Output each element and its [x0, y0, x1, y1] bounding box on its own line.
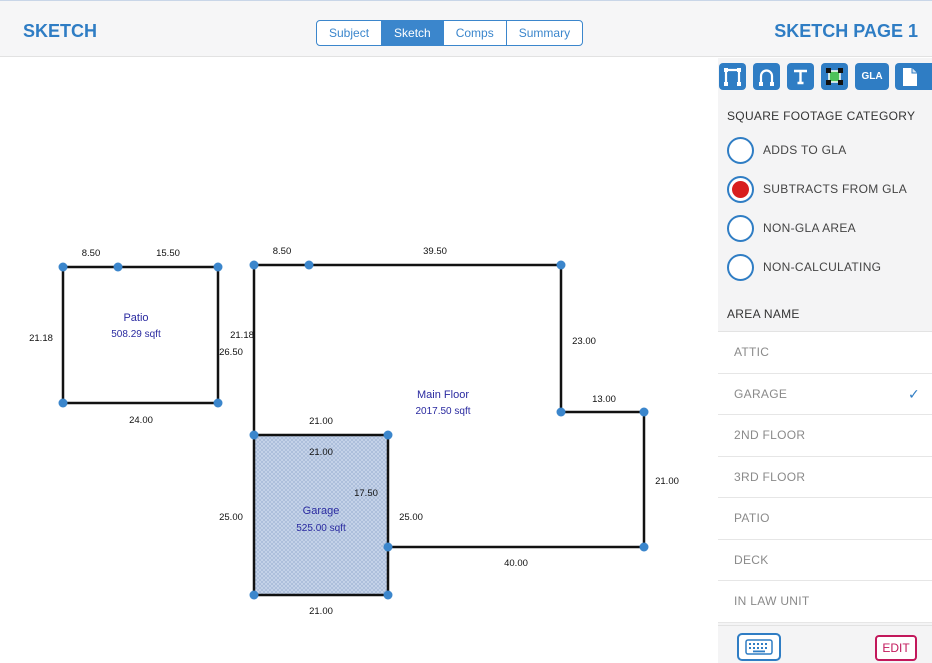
dim-garage-right: 17.50 — [354, 488, 378, 499]
main-floor-sqft-label: 2017.50 sqft — [415, 406, 470, 417]
dim-garage-left: 25.00 — [219, 512, 243, 523]
panel-bottom-bar: EDIT — [718, 625, 932, 663]
category-label: NON-CALCULATING — [763, 260, 882, 274]
garage-sqft-label: 525.00 sqft — [296, 523, 346, 534]
vertex-handle — [249, 260, 259, 270]
tab-sketch[interactable]: Sketch — [382, 21, 444, 45]
dim-main-left: 26.50 — [219, 347, 243, 358]
properties-panel: GLA SQUARE FOOTAGE CATEGORY ADDS TO GLA … — [718, 58, 932, 663]
text-tool-icon[interactable] — [787, 63, 814, 90]
vertex-handle — [304, 260, 314, 270]
dim-main-right-lower: 21.00 — [655, 476, 679, 487]
tab-subject[interactable]: Subject — [317, 21, 383, 45]
dim-main-garage-side: 25.00 — [399, 512, 423, 523]
dim-patio-bottom: 24.00 — [129, 415, 153, 426]
category-label: SUBTRACTS FROM GLA — [763, 182, 908, 196]
radio-selected-dot — [732, 180, 749, 198]
vertex-handle — [383, 590, 393, 600]
vertex-handle — [556, 260, 566, 270]
vertex-handle — [556, 407, 566, 417]
dim-main-over-garage: 21.00 — [309, 416, 333, 427]
checkmark-icon: ✓ — [907, 385, 920, 402]
radio-button[interactable] — [727, 214, 754, 242]
area-item-patio[interactable]: PATIO — [718, 498, 932, 540]
keyboard-icon — [745, 639, 773, 655]
dim-main-top-left: 8.50 — [273, 246, 292, 257]
app-title: SKETCH — [23, 21, 98, 41]
page-icon[interactable] — [895, 63, 932, 90]
area-name-list: AREA NAME ATTIC GARAGE ✓ 2ND FLOOR 3RD FL… — [718, 296, 932, 623]
arc-tool-icon[interactable] — [753, 63, 780, 90]
area-item-2nd-floor[interactable]: 2ND FLOOR — [718, 415, 932, 457]
area-item-label: 2ND FLOOR — [734, 428, 806, 442]
gla-tool-button[interactable]: GLA — [855, 63, 889, 90]
area-tool-icon[interactable] — [821, 63, 848, 90]
vertex-handle — [249, 430, 259, 440]
main-floor-name-label: Main Floor — [417, 389, 469, 401]
category-non-calculating[interactable]: NON-CALCULATING — [727, 253, 881, 281]
dim-patio-right: 21.18 — [230, 330, 254, 341]
dim-patio-left: 21.18 — [29, 333, 53, 344]
dim-main-right-upper: 23.00 — [572, 336, 596, 347]
vertex-handle — [58, 398, 68, 408]
area-item-label: DECK — [734, 552, 769, 567]
radio-button[interactable] — [727, 253, 754, 281]
area-item-deck[interactable]: DECK — [718, 539, 932, 581]
tab-comps[interactable]: Comps — [444, 21, 507, 45]
area-item-3rd-floor[interactable]: 3RD FLOOR — [718, 456, 932, 498]
sketch-canvas[interactable]: 8.50 15.50 21.18 21.18 24.00 8.50 39.50 … — [0, 58, 718, 663]
vertex-handle — [249, 590, 259, 600]
patio-name-label: Patio — [123, 312, 148, 324]
category-subtracts-from-gla[interactable]: SUBTRACTS FROM GLA — [727, 175, 907, 203]
dim-main-top: 39.50 — [423, 246, 447, 257]
category-label: NON-GLA AREA — [763, 221, 856, 235]
page-title: SKETCH PAGE 1 — [774, 21, 918, 41]
tab-summary[interactable]: Summary — [507, 21, 582, 45]
dim-garage-bottom: 21.00 — [309, 606, 333, 617]
dim-patio-top-right: 15.50 — [156, 248, 180, 259]
keyboard-button[interactable] — [737, 633, 781, 661]
vertex-handle — [639, 407, 649, 417]
line-tool-icon[interactable] — [719, 63, 746, 90]
vertex-handle — [213, 262, 223, 272]
top-bar: SKETCH Subject Sketch Comps Summary SKET… — [0, 0, 932, 57]
category-title: SQUARE FOOTAGE CATEGORY — [727, 109, 916, 123]
area-item-label: GARAGE — [734, 386, 788, 401]
area-item-garage[interactable]: GARAGE ✓ — [718, 373, 932, 415]
edit-button[interactable]: EDIT — [875, 635, 917, 661]
area-item-label: ATTIC — [734, 345, 770, 359]
category-adds-to-gla[interactable]: ADDS TO GLA — [727, 136, 847, 164]
category-label: ADDS TO GLA — [763, 143, 847, 157]
area-item-label: IN LAW UNIT — [734, 594, 810, 608]
garage-name-label: Garage — [303, 505, 340, 517]
radio-button-selected[interactable] — [727, 175, 754, 203]
patio-sqft-label: 508.29 sqft — [111, 329, 161, 340]
vertex-handle — [58, 262, 68, 272]
dim-main-step: 13.00 — [592, 394, 616, 405]
vertex-handle — [383, 542, 393, 552]
area-item-in-law-unit[interactable]: IN LAW UNIT — [718, 581, 932, 623]
dim-main-bottom: 40.00 — [504, 558, 528, 569]
area-item-label: PATIO — [734, 511, 770, 525]
vertex-handle — [113, 262, 123, 272]
tab-bar: Subject Sketch Comps Summary — [316, 20, 584, 46]
area-item-label: 3RD FLOOR — [734, 469, 806, 484]
area-name-title: AREA NAME — [718, 296, 932, 332]
radio-button[interactable] — [727, 136, 754, 164]
dim-garage-top: 21.00 — [309, 447, 333, 458]
category-non-gla-area[interactable]: NON-GLA AREA — [727, 214, 856, 242]
vertex-handle — [213, 398, 223, 408]
drawing-toolbar: GLA — [718, 58, 932, 100]
vertex-handle — [383, 430, 393, 440]
dim-patio-top-left: 8.50 — [82, 248, 101, 259]
area-item-attic[interactable]: ATTIC — [718, 332, 932, 374]
vertex-handle — [639, 542, 649, 552]
